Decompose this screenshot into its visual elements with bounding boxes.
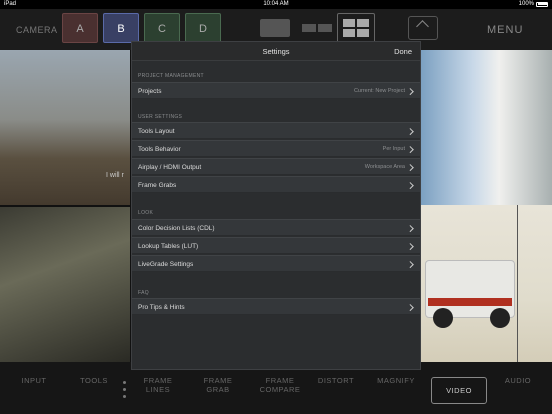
- tile-divider: [0, 205, 130, 207]
- camera-a-button[interactable]: A: [62, 13, 98, 43]
- settings-row-lut[interactable]: Lookup Tables (LUT): [132, 237, 420, 254]
- battery-icon: [536, 1, 548, 7]
- chevron-right-icon: [408, 261, 414, 268]
- section-header: PROJECT MANAGEMENT: [138, 73, 204, 79]
- tool-tools[interactable]: TOOLS: [72, 376, 116, 385]
- expand-collapse-icon[interactable]: [408, 16, 438, 40]
- layout-single-icon: [260, 19, 290, 37]
- tool-frame-compare[interactable]: FRAME COMPARE: [254, 376, 306, 394]
- row-value: Workspace Area: [364, 164, 405, 170]
- section-header: LOOK: [138, 210, 154, 216]
- settings-row-cdl[interactable]: Color Decision Lists (CDL): [132, 219, 420, 236]
- chevron-right-icon: [408, 225, 414, 232]
- row-label: Pro Tips & Hints: [138, 304, 185, 311]
- settings-row-tools-behavior[interactable]: Tools Behavior Per Input: [132, 140, 420, 157]
- row-value: Per Input: [382, 146, 405, 152]
- layout-dual-button[interactable]: [298, 13, 336, 43]
- status-time: 10:04 AM: [263, 1, 289, 7]
- row-label: Projects: [138, 88, 162, 95]
- row-label: Tools Layout: [138, 128, 175, 135]
- camera-label: CAMERA: [16, 25, 58, 35]
- settings-row-airplay-hdmi[interactable]: Airplay / HDMI Output Workspace Area: [132, 158, 420, 175]
- tool-magnify[interactable]: MAGNIFY: [370, 376, 422, 385]
- layout-quad-button[interactable]: [337, 13, 375, 43]
- camera-b-button[interactable]: B: [103, 13, 139, 43]
- settings-row-pro-tips[interactable]: Pro Tips & Hints: [132, 298, 420, 315]
- battery-status: 100%: [519, 1, 548, 7]
- camera-c-button[interactable]: C: [144, 13, 180, 43]
- section-header: FAQ: [138, 290, 149, 296]
- settings-row-frame-grabs[interactable]: Frame Grabs: [132, 176, 420, 193]
- settings-header: Settings Done: [132, 42, 420, 61]
- tile-divider: [517, 205, 518, 362]
- camera-d-button[interactable]: D: [185, 13, 221, 43]
- chevron-right-icon: [408, 88, 414, 95]
- chevron-right-icon: [408, 182, 414, 189]
- drag-handle-icon[interactable]: [123, 381, 127, 402]
- tool-audio[interactable]: AUDIO: [496, 376, 540, 385]
- settings-row-livegrade[interactable]: LiveGrade Settings: [132, 255, 420, 272]
- settings-title: Settings: [262, 47, 290, 56]
- tool-frame-grab[interactable]: FRAME GRAB: [196, 376, 240, 394]
- chevron-right-icon: [408, 304, 414, 311]
- section-header: USER SETTINGS: [138, 114, 183, 120]
- settings-dialog: Settings Done PROJECT MANAGEMENT Project…: [131, 41, 421, 370]
- tool-frame-lines[interactable]: FRAME LINES: [136, 376, 180, 394]
- settings-row-tools-layout[interactable]: Tools Layout: [132, 122, 420, 139]
- chevron-right-icon: [408, 128, 414, 135]
- tool-video[interactable]: VIDEO: [431, 377, 487, 404]
- menu-button[interactable]: MENU: [487, 24, 523, 36]
- battery-percent: 100%: [518, 1, 534, 7]
- tool-input[interactable]: INPUT: [12, 376, 56, 385]
- video-tile-bottom-left[interactable]: [0, 205, 130, 362]
- video-tile-top-left[interactable]: [0, 50, 130, 205]
- chevron-right-icon: [408, 164, 414, 171]
- row-value: Current: New Project: [353, 88, 405, 94]
- subtitle-text: I will r: [106, 172, 124, 179]
- layout-quad-icon: [343, 19, 355, 27]
- row-label: LiveGrade Settings: [138, 261, 194, 268]
- layout-dual-icon: [302, 24, 316, 32]
- settings-row-projects[interactable]: Projects Current: New Project: [132, 82, 420, 99]
- tool-distort[interactable]: DISTORT: [310, 376, 362, 385]
- row-label: Frame Grabs: [138, 182, 177, 189]
- layout-single-button[interactable]: [256, 13, 296, 43]
- status-bar: iPad 10:04 AM 100%: [0, 0, 552, 9]
- chevron-right-icon: [408, 243, 414, 250]
- video-tile-top-right[interactable]: [420, 50, 552, 205]
- done-button[interactable]: Done: [394, 47, 412, 56]
- chevron-right-icon: [408, 146, 414, 153]
- row-label: Color Decision Lists (CDL): [138, 225, 215, 232]
- row-label: Lookup Tables (LUT): [138, 243, 199, 250]
- row-label: Airplay / HDMI Output: [138, 164, 202, 171]
- row-label: Tools Behavior: [138, 146, 181, 153]
